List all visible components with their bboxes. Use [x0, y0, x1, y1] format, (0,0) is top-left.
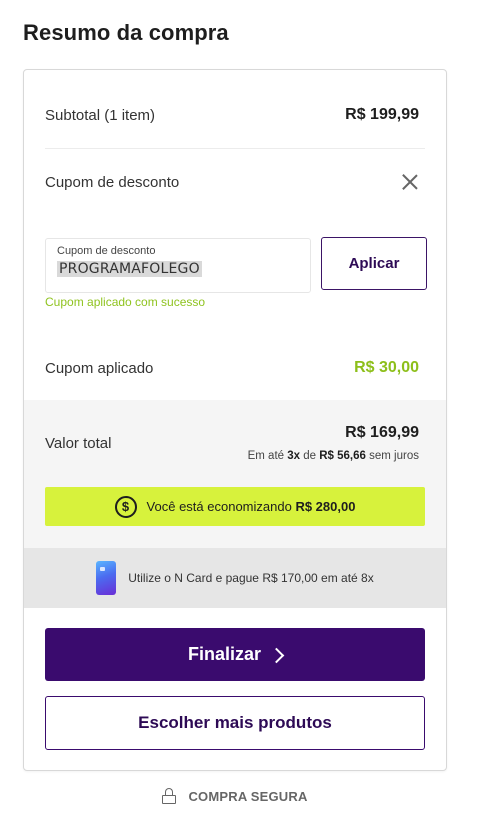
coupon-success-message: Cupom aplicado com sucesso	[45, 295, 206, 309]
secure-label: COMPRA SEGURA	[188, 788, 308, 804]
installment-suffix: sem juros	[369, 450, 419, 462]
total-section: Valor total R$ 169,99 Em até 3x de R$ 56…	[24, 400, 446, 548]
coupon-toggle-row[interactable]: Cupom de desconto	[45, 170, 419, 194]
page-title: Resumo da compra	[23, 20, 229, 45]
coupon-field[interactable]: Cupom de desconto PROGRAMAFOLEGO	[45, 238, 311, 293]
secure-purchase: COMPRA SEGURA	[0, 788, 470, 804]
ncard-banner[interactable]: Utilize o N Card e pague R$ 170,00 em at…	[24, 548, 446, 608]
total-label: Valor total	[45, 435, 112, 452]
savings-banner: $ Você está economizando R$ 280,00	[45, 487, 425, 526]
savings-text: Você está economizando R$ 280,00	[147, 499, 356, 514]
subtotal-value: R$ 199,99	[345, 106, 419, 123]
apply-coupon-button[interactable]: Aplicar	[321, 237, 427, 290]
more-products-button[interactable]: Escolher mais produtos	[45, 696, 425, 750]
close-icon[interactable]	[401, 173, 419, 191]
installment-info: Em até 3x de R$ 56,66 sem juros	[248, 450, 419, 462]
coupon-applied-value: R$ 30,00	[354, 359, 419, 376]
finalize-label: Finalizar	[187, 644, 262, 664]
finalize-button[interactable]: Finalizar	[45, 628, 425, 681]
chevron-right-icon	[268, 647, 285, 663]
installment-prefix: Em até	[247, 450, 285, 462]
subtotal-row: Subtotal (1 item) R$ 199,99	[45, 103, 419, 127]
coupon-field-value[interactable]: PROGRAMAFOLEGO	[57, 261, 202, 277]
order-summary-card: Subtotal (1 item) R$ 199,99 Cupom de des…	[23, 69, 447, 771]
subtotal-label: Subtotal (1 item)	[45, 106, 156, 124]
divider	[45, 148, 425, 149]
coupon-applied-label: Cupom aplicado	[45, 359, 154, 377]
coupon-field-label: Cupom de desconto	[57, 245, 156, 257]
ncard-text: Utilize o N Card e pague R$ 170,00 em at…	[128, 571, 374, 585]
lock-icon	[162, 788, 177, 804]
installment-count: 3x	[287, 450, 301, 462]
savings-amount: R$ 280,00	[295, 499, 356, 514]
coupon-applied-row: Cupom aplicado R$ 30,00	[45, 356, 419, 380]
installment-mid: de	[303, 450, 317, 462]
coupon-toggle-label: Cupom de desconto	[45, 173, 180, 191]
dollar-circle-icon: $	[114, 495, 137, 518]
ncard-icon	[96, 561, 117, 595]
installment-amount: R$ 56,66	[319, 450, 366, 462]
savings-label: Você está economizando	[146, 499, 292, 514]
total-value: R$ 169,99	[345, 424, 419, 441]
